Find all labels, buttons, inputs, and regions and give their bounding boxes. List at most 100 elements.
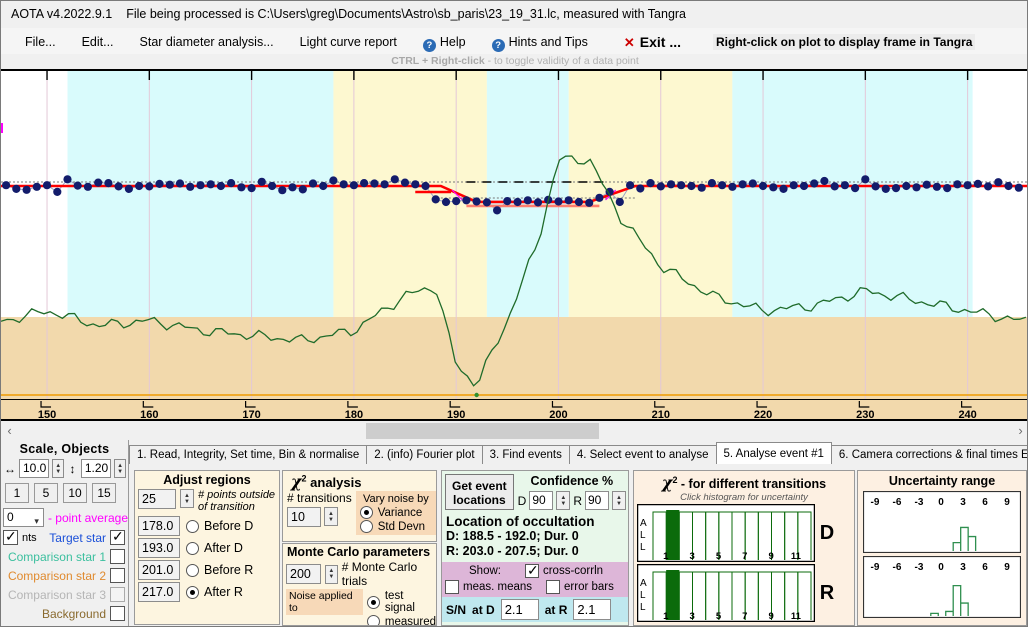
horizontal-scrollbar[interactable]: ‹ › — [1, 422, 1027, 440]
data-point[interactable] — [42, 181, 52, 190]
data-point[interactable] — [799, 181, 809, 191]
region-radio-3[interactable] — [186, 585, 199, 599]
data-point[interactable] — [1004, 181, 1013, 191]
menu-file[interactable]: File... — [15, 32, 66, 52]
data-point[interactable] — [840, 181, 850, 190]
object-row-4[interactable]: Background — [1, 604, 128, 623]
data-point[interactable] — [595, 193, 604, 202]
data-point[interactable] — [953, 180, 962, 189]
data-point[interactable] — [554, 197, 563, 206]
data-point[interactable] — [810, 179, 819, 188]
data-point[interactable] — [308, 179, 318, 188]
get-event-locations-button[interactable]: Get event locations — [445, 474, 514, 510]
data-point[interactable] — [216, 181, 225, 191]
chi-histogram-R[interactable]: ALL1 3 5 7 9 11 — [637, 564, 815, 622]
data-point[interactable] — [83, 182, 92, 191]
monte-carlo-trials-spinner[interactable]: ▲ ▼ — [324, 564, 338, 584]
data-point[interactable] — [891, 184, 901, 193]
horizontal-scale-spinner[interactable]: ▲ ▼ — [52, 459, 65, 478]
data-point[interactable] — [339, 180, 348, 189]
region-row-2[interactable]: 201.0 Before R — [135, 559, 279, 581]
region-radio-1[interactable] — [186, 541, 199, 555]
data-point[interactable] — [1014, 183, 1023, 192]
data-point[interactable] — [165, 180, 174, 189]
chi-transitions-histograms[interactable]: A L L 1 3 5 7 9 11 D A L L 1 3 5 7 9 11 R — [634, 503, 854, 623]
object-visibility-checkbox-2[interactable] — [110, 568, 125, 583]
data-point[interactable] — [431, 195, 440, 204]
region-row-3[interactable]: 217.0 After R — [135, 581, 279, 603]
data-point[interactable] — [943, 184, 952, 193]
data-point[interactable] — [73, 181, 82, 190]
data-point[interactable] — [493, 206, 502, 215]
confidence-r-spinner[interactable]: ▲ ▼ — [612, 491, 626, 510]
object-row-3[interactable]: Comparison star 3 — [1, 585, 128, 604]
vertical-scale-input[interactable]: 1.20 — [80, 459, 112, 478]
confidence-d-input[interactable]: 90 — [529, 491, 554, 510]
data-point[interactable] — [175, 179, 185, 188]
data-point[interactable] — [400, 178, 410, 187]
points-outside-spinner[interactable]: ▲ ▼ — [180, 489, 194, 508]
data-point[interactable] — [912, 183, 921, 192]
noise-target-radio-0[interactable] — [366, 595, 380, 609]
data-point[interactable] — [932, 182, 942, 191]
menu-light-curve-report[interactable]: Light curve report — [290, 32, 407, 52]
data-point[interactable] — [748, 179, 757, 188]
data-point[interactable] — [186, 182, 195, 191]
data-point[interactable] — [441, 197, 451, 207]
data-point[interactable] — [656, 182, 665, 191]
data-point[interactable] — [94, 178, 103, 187]
data-point[interactable] — [349, 181, 358, 190]
data-point[interactable] — [135, 181, 144, 191]
data-point[interactable] — [390, 175, 399, 184]
object-row-0[interactable]: nts Target star — [1, 528, 128, 547]
data-point[interactable] — [53, 187, 62, 196]
region-value-1[interactable]: 193.0 — [138, 538, 180, 558]
region-radio-group-1[interactable]: After D — [186, 541, 243, 555]
chi-transition-row-R[interactable]: A L L 1 3 5 7 9 11 R — [634, 563, 854, 623]
data-point[interactable] — [329, 176, 338, 185]
scrollbar-track[interactable] — [18, 422, 1012, 440]
vary-noise-radio-0[interactable] — [359, 506, 373, 519]
data-point[interactable] — [472, 197, 481, 206]
data-point[interactable] — [63, 175, 72, 184]
data-point[interactable] — [452, 197, 461, 206]
data-point[interactable] — [973, 179, 983, 188]
vary-noise-option-0[interactable]: Variance — [359, 506, 432, 519]
data-point[interactable] — [145, 182, 154, 191]
data-point[interactable] — [206, 180, 215, 189]
region-value-2[interactable]: 201.0 — [138, 560, 180, 580]
noise-target-option-1[interactable]: measured — [366, 615, 436, 625]
show-option-cross-corrln[interactable]: cross-corrln — [524, 562, 603, 579]
scrollbar-thumb[interactable] — [365, 423, 600, 439]
data-point[interactable] — [319, 181, 328, 191]
menu-help[interactable]: ? Help — [413, 32, 476, 53]
show-option-meas-means[interactable]: meas. means — [445, 580, 532, 594]
data-point[interactable] — [523, 196, 532, 205]
region-row-1[interactable]: 193.0 After D — [135, 537, 279, 559]
bin-button-15[interactable]: 15 — [92, 483, 116, 503]
data-point[interactable] — [421, 181, 430, 191]
show-checkbox-2[interactable] — [546, 580, 561, 594]
region-radio-0[interactable] — [186, 519, 199, 533]
points-checkbox[interactable] — [3, 528, 18, 545]
data-point[interactable] — [871, 182, 880, 191]
object-visibility-checkbox-3[interactable] — [110, 587, 125, 602]
transitions-input[interactable]: 10 — [287, 507, 321, 527]
object-visibility-checkbox-0[interactable] — [110, 528, 125, 545]
menu-edit[interactable]: Edit... — [72, 32, 124, 52]
region-value-0[interactable]: 178.0 — [138, 516, 180, 536]
data-point[interactable] — [288, 183, 297, 192]
chi-histogram-D[interactable]: ALL1 3 5 7 9 11 — [637, 504, 815, 562]
menu-hints-and-tips[interactable]: ? Hints and Tips — [482, 32, 598, 53]
data-point[interactable] — [769, 183, 778, 192]
menu-exit[interactable]: ✕ Exit ... — [614, 31, 691, 54]
data-point[interactable] — [687, 181, 696, 191]
data-point[interactable] — [585, 198, 594, 207]
tab-3[interactable]: 3. Find events — [481, 445, 570, 464]
sn-at-r-value[interactable]: 2.1 — [573, 599, 612, 620]
data-point[interactable] — [922, 180, 931, 189]
data-point[interactable] — [626, 181, 635, 190]
confidence-d-spinner[interactable]: ▲ ▼ — [556, 491, 571, 510]
light-curve-plot[interactable] — [1, 69, 1027, 401]
tab-5[interactable]: 5. Analyse event #1 — [715, 442, 832, 464]
